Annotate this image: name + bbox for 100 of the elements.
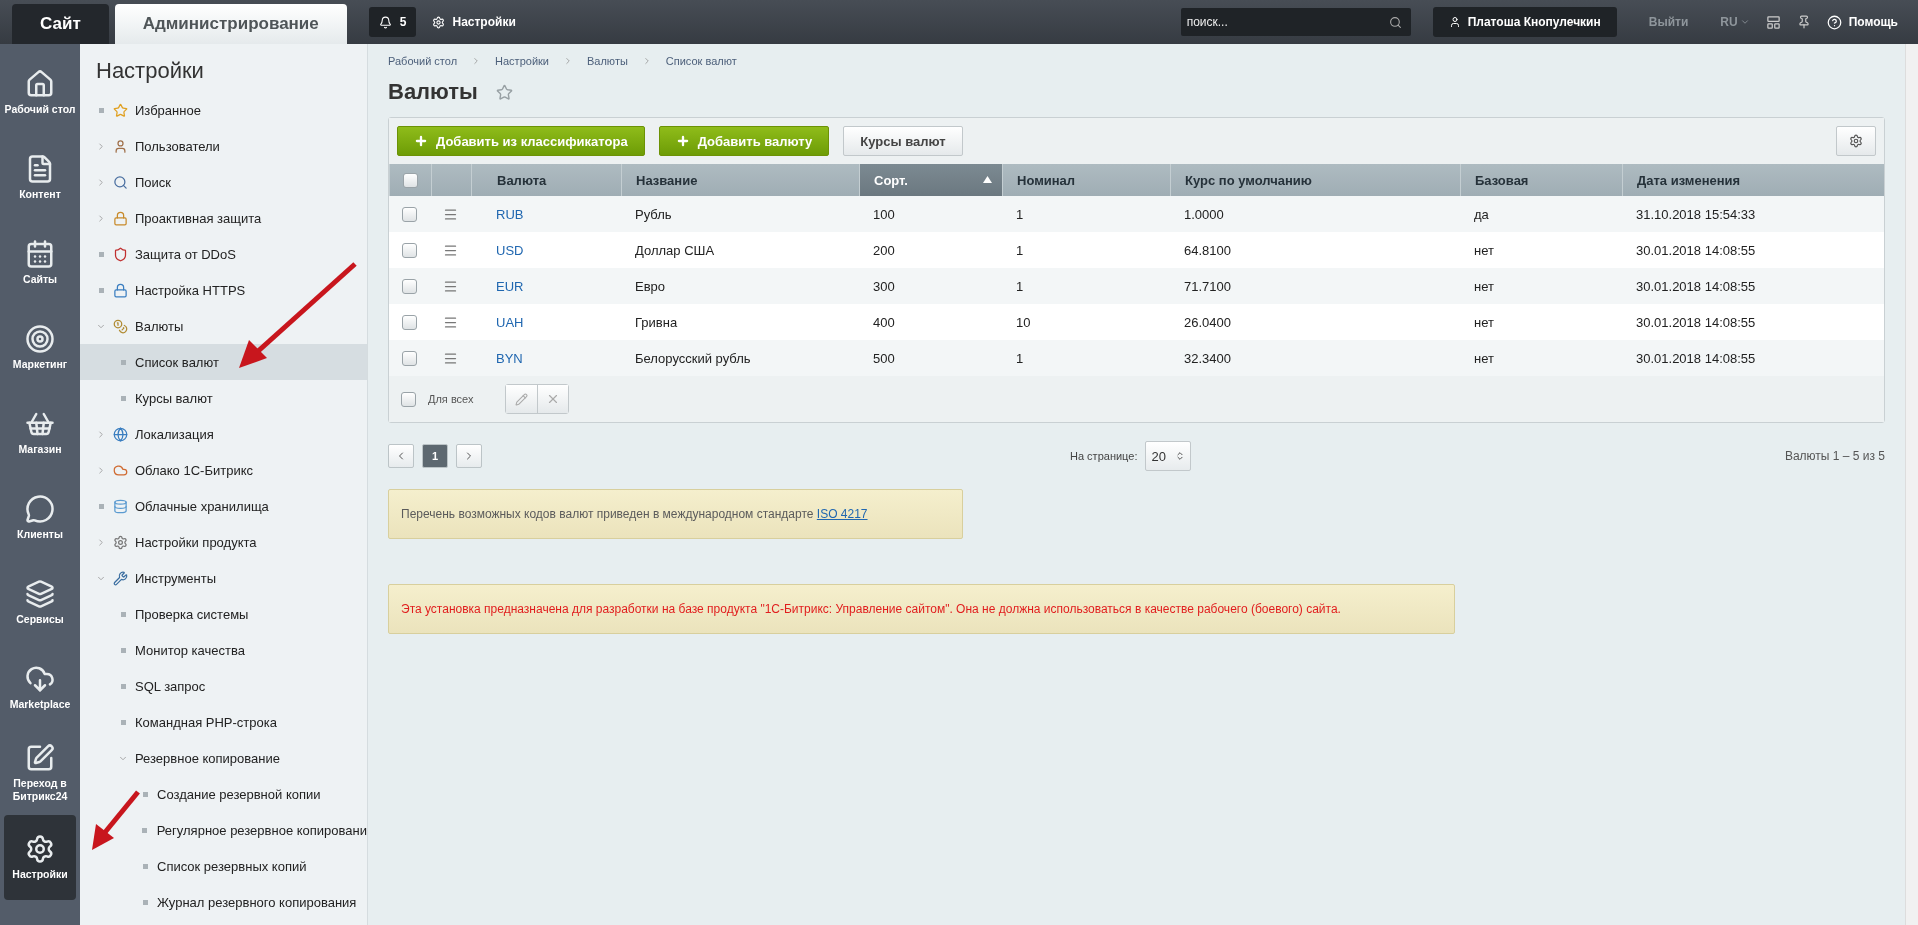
sidebar-item[interactable]: Валюты <box>80 308 367 344</box>
nav-item[interactable]: Переход в Битрикс24 <box>4 730 76 815</box>
search-icon <box>1389 15 1403 29</box>
column-header[interactable]: Сорт. <box>859 164 1002 196</box>
notifications-button[interactable]: 5 <box>368 7 417 37</box>
search-button[interactable] <box>1380 8 1411 36</box>
nav-item[interactable]: Магазин <box>4 390 76 475</box>
breadcrumb-link[interactable]: Настройки <box>495 55 549 67</box>
row-checkbox[interactable] <box>402 350 417 366</box>
collapsed-caret-icon[interactable] <box>96 464 106 476</box>
sidebar-item[interactable]: Регулярное резервное копировани <box>80 812 367 848</box>
next-page-button[interactable] <box>456 444 482 468</box>
user-button[interactable]: Платоша Кнопулечкин <box>1432 7 1617 37</box>
sidebar-item[interactable]: Курсы валют <box>80 380 367 416</box>
delete-button[interactable] <box>537 385 569 413</box>
nav-item[interactable]: Контент <box>4 135 76 220</box>
row-checkbox[interactable] <box>402 206 417 222</box>
row-menu-icon[interactable] <box>443 278 458 294</box>
breadcrumb-link[interactable]: Рабочий стол <box>388 55 458 67</box>
sidebar-item[interactable]: Локализация <box>80 416 367 452</box>
column-header[interactable]: Курс по умолчанию <box>1170 164 1460 196</box>
sidebar-item[interactable]: Настройка HTTPS <box>80 272 367 308</box>
sidebar-item[interactable]: Пользователи <box>80 128 367 164</box>
column-header[interactable]: Номинал <box>1002 164 1170 196</box>
collapsed-caret-icon[interactable] <box>96 140 106 152</box>
scrollbar[interactable] <box>1905 44 1918 925</box>
select-all-checkbox[interactable] <box>403 172 418 188</box>
sidebar-item[interactable]: Список резервных копий <box>80 848 367 884</box>
column-header[interactable]: Название <box>621 164 859 196</box>
sidebar-item[interactable]: SQL запрос <box>80 668 367 704</box>
page-button[interactable]: 1 <box>422 444 448 468</box>
top-tab[interactable]: Сайт <box>12 4 109 44</box>
bullet-icon <box>120 395 126 401</box>
row-checkbox[interactable] <box>402 242 417 258</box>
rates-button[interactable]: Курсы валют <box>843 126 963 156</box>
nav-item[interactable]: Настройки <box>4 815 76 900</box>
sidebar-item[interactable]: Проактивная защита <box>80 200 367 236</box>
collapsed-caret-icon[interactable] <box>96 536 106 548</box>
sidebar-item[interactable]: Создание резервной копии <box>80 776 367 812</box>
iso-link[interactable]: ISO 4217 <box>816 507 868 521</box>
collapsed-caret-icon[interactable] <box>96 212 106 224</box>
sidebar-item[interactable]: Поиск <box>80 164 367 200</box>
currency-link[interactable]: RUB <box>471 196 621 232</box>
for-all-checkbox[interactable] <box>401 391 416 407</box>
pin-icon[interactable] <box>1796 15 1811 29</box>
panel-icon[interactable] <box>1765 14 1781 30</box>
sidebar-item[interactable]: Монитор качества <box>80 632 367 668</box>
nav-item[interactable]: Клиенты <box>4 475 76 560</box>
table-cell: Рубль <box>621 196 859 232</box>
settings-link[interactable]: Настройки <box>432 15 516 29</box>
row-menu-icon[interactable] <box>443 314 458 330</box>
table-cell: 1 <box>1002 340 1170 376</box>
row-menu-icon[interactable] <box>443 350 458 366</box>
column-header[interactable]: Дата изменения <box>1622 164 1884 196</box>
for-all-label: Для всех <box>428 393 474 405</box>
currency-link[interactable]: BYN <box>471 340 621 376</box>
row-menu-icon[interactable] <box>443 242 458 258</box>
sidebar-item[interactable]: Командная PHP-строка <box>80 704 367 740</box>
edit-button[interactable] <box>506 385 538 413</box>
nav-item[interactable]: Рабочий стол <box>4 50 76 135</box>
currency-link[interactable]: EUR <box>471 268 621 304</box>
nav-item[interactable]: Маркетинг <box>4 305 76 390</box>
collapsed-caret-icon[interactable] <box>96 428 106 440</box>
breadcrumb-link[interactable]: Валюты <box>587 55 628 67</box>
table-cell: 500 <box>859 340 1002 376</box>
settings-button[interactable] <box>1836 126 1876 156</box>
row-checkbox[interactable] <box>402 314 417 330</box>
coins-icon <box>113 318 128 334</box>
sidebar-item[interactable]: Список валют <box>80 344 367 380</box>
pencil-icon <box>515 392 529 406</box>
info-note: Перечень возможных кодов валют приведен в международном стандарте ISO 4217 <box>388 489 963 539</box>
column-header[interactable]: Валюта <box>471 164 621 196</box>
table-cell: 32.3400 <box>1170 340 1460 376</box>
nav-item[interactable]: Marketplace <box>4 645 76 730</box>
sidebar-item[interactable]: Облако 1С-Битрикс <box>80 452 367 488</box>
collapsed-caret-icon[interactable] <box>96 176 106 188</box>
nav-item[interactable]: Сервисы <box>4 560 76 645</box>
breadcrumb-link[interactable]: Список валют <box>665 55 737 67</box>
nav-item[interactable]: Сайты <box>4 220 76 305</box>
sidebar-item[interactable]: Инструменты <box>80 560 367 596</box>
help-icon <box>1826 14 1842 30</box>
sidebar-item[interactable]: Проверка системы <box>80 596 367 632</box>
sidebar-item[interactable]: Защита от DDoS <box>80 236 367 272</box>
row-checkbox[interactable] <box>402 278 417 294</box>
search-field[interactable]: поиск... <box>1180 8 1381 36</box>
sidebar-item[interactable]: Резервное копирование <box>80 740 367 776</box>
favorite-star-icon[interactable] <box>495 83 513 101</box>
column-header[interactable]: Базовая <box>1460 164 1622 196</box>
top-tab[interactable]: Администрирование <box>114 4 347 44</box>
per-page-select[interactable]: 20 <box>1145 441 1192 471</box>
cloud-icon <box>113 462 128 478</box>
table-cell: 71.7100 <box>1170 268 1460 304</box>
previous-page-button[interactable] <box>388 444 414 468</box>
sidebar-item[interactable]: Журнал резервного копирования <box>80 884 367 920</box>
row-menu-icon[interactable] <box>443 206 458 222</box>
sidebar-item[interactable]: Избранное <box>80 92 367 128</box>
help-link[interactable]: Помощь <box>1826 14 1898 30</box>
sidebar-item[interactable]: Настройки продукта <box>80 524 367 560</box>
sidebar-item[interactable]: Облачные хранилища <box>80 488 367 524</box>
table-cell: 30.01.2018 14:08:55 <box>1622 268 1884 304</box>
